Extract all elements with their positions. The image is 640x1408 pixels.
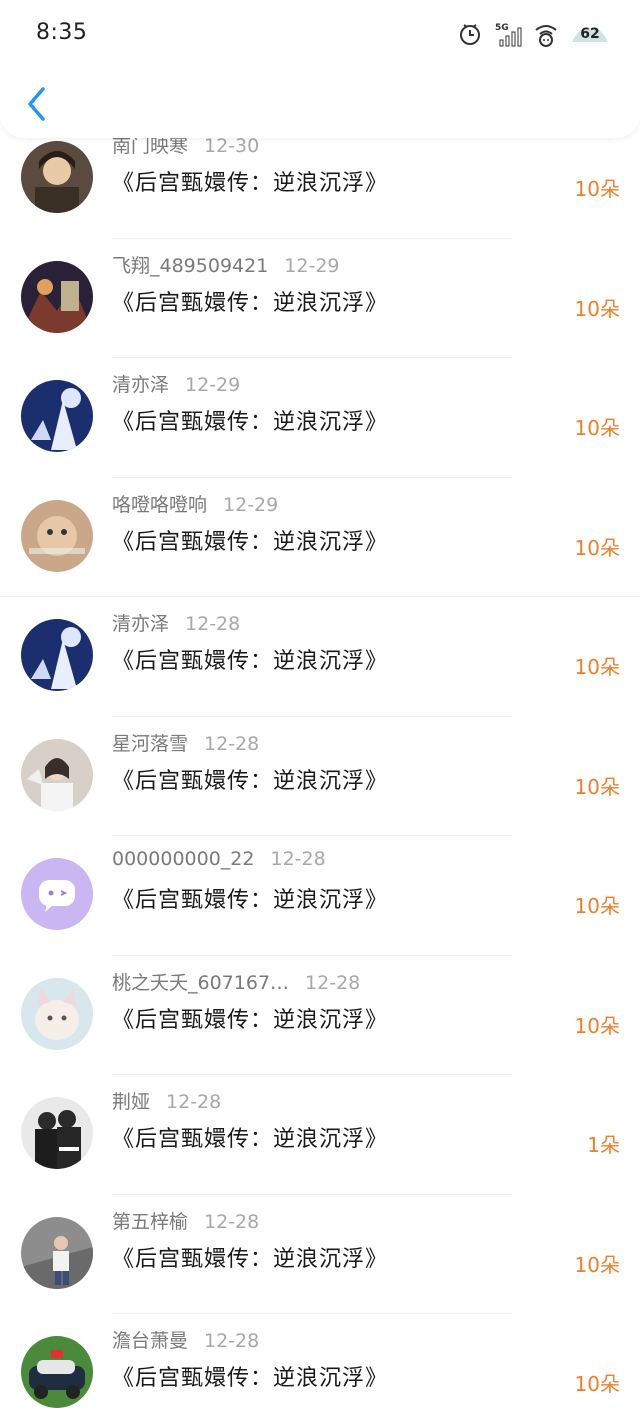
user-name[interactable]: 第五梓榆: [112, 1207, 188, 1234]
user-name[interactable]: 清亦泽: [112, 609, 169, 636]
avatar[interactable]: [21, 499, 93, 572]
user-name[interactable]: 清亦泽: [112, 370, 169, 397]
avatar[interactable]: [21, 1097, 93, 1169]
signal-5g-icon: 5G: [494, 20, 522, 48]
book-title[interactable]: 《后宫甄嬛传：逆浪沉浮》: [112, 1121, 388, 1153]
gift-date: 12-29: [185, 374, 241, 396]
flower-count: 10朵: [574, 177, 620, 201]
flower-count: 10朵: [574, 774, 620, 799]
flower-count: 1朵: [587, 1133, 620, 1157]
back-button[interactable]: [20, 84, 52, 124]
name-line: 星河落雪 12-28: [112, 729, 259, 756]
wifi-icon: [532, 20, 560, 48]
user-name[interactable]: 荆娅: [112, 1087, 150, 1114]
book-title[interactable]: 《后宫甄嬛传：逆浪沉浮》: [112, 404, 388, 436]
gift-date: 12-28: [204, 732, 260, 755]
flower-count: 10朵: [574, 296, 620, 321]
book-title[interactable]: 《后宫甄嬛传：逆浪沉浮》: [112, 882, 388, 914]
flower-count: 10朵: [574, 1252, 620, 1277]
flower-count: 10朵: [574, 1372, 620, 1396]
book-title[interactable]: 《后宫甄嬛传：逆浪沉浮》: [112, 285, 388, 317]
book-title[interactable]: 《后宫甄嬛传：逆浪沉浮》: [112, 643, 388, 675]
gift-records-screen: 8:35 5G 62 南门映寒 12-30 《后宫甄嬛传：逆浪沉浮》 10朵 飞翔_48…: [0, 0, 640, 1408]
battery-indicator: 62: [570, 22, 610, 46]
name-line: 第五梓榆 12-28: [112, 1207, 259, 1234]
book-title[interactable]: 《后宫甄嬛传：逆浪沉浮》: [112, 1002, 388, 1034]
battery-level: 62: [580, 26, 600, 42]
user-name[interactable]: 澹台萧曼: [112, 1326, 188, 1353]
gift-date: 12-28: [166, 1091, 222, 1113]
status-time: 8:35: [36, 20, 88, 45]
list-item[interactable]: 清亦泽 12-29 《后宫甄嬛传：逆浪沉浮》 10朵: [0, 358, 640, 478]
avatar[interactable]: [21, 1216, 93, 1289]
network-label: 5G: [495, 23, 509, 33]
gift-date: 12-28: [204, 1210, 260, 1233]
avatar[interactable]: [21, 858, 93, 930]
gift-date: 12-28: [185, 613, 241, 635]
user-name[interactable]: 000000000_22: [112, 848, 254, 870]
name-line: 桃之夭夭_607167… 12-28: [112, 968, 360, 995]
gift-date: 12-29: [284, 254, 340, 277]
avatar[interactable]: [21, 738, 93, 811]
top-bar: 8:35 5G 62: [0, 0, 640, 138]
list-item[interactable]: 澹台萧曼 12-28 《后宫甄嬛传：逆浪沉浮》 10朵: [0, 1314, 640, 1408]
list-item[interactable]: 星河落雪 12-28 《后宫甄嬛传：逆浪沉浮》 10朵: [0, 717, 640, 836]
name-line: 清亦泽 12-28: [112, 609, 240, 636]
user-name[interactable]: 桃之夭夭_607167…: [112, 968, 289, 995]
avatar[interactable]: [21, 1336, 93, 1408]
avatar[interactable]: [21, 260, 93, 333]
flower-count: 10朵: [574, 416, 620, 440]
user-name[interactable]: 南门映寒: [112, 138, 188, 158]
name-line: 清亦泽 12-29: [112, 370, 240, 397]
gift-date: 12-29: [223, 493, 279, 516]
list-item[interactable]: 飞翔_489509421 12-29 《后宫甄嬛传：逆浪沉浮》 10朵: [0, 239, 640, 358]
book-title[interactable]: 《后宫甄嬛传：逆浪沉浮》: [112, 763, 388, 795]
alarm-icon: [456, 20, 484, 48]
gift-date: 12-30: [204, 138, 260, 157]
list-item[interactable]: 荆娅 12-28 《后宫甄嬛传：逆浪沉浮》 1朵: [0, 1075, 640, 1195]
list-item[interactable]: 000000000_22 12-28 《后宫甄嬛传：逆浪沉浮》 10朵: [0, 836, 640, 956]
flower-count: 10朵: [574, 894, 620, 918]
name-line: 澹台萧曼 12-28: [112, 1326, 259, 1353]
list-item[interactable]: 咯噔咯噔响 12-29 《后宫甄嬛传：逆浪沉浮》 10朵: [0, 478, 640, 597]
name-line: 咯噔咯噔响 12-29: [112, 490, 278, 517]
flower-count: 10朵: [574, 655, 620, 679]
name-line: 000000000_22 12-28: [112, 848, 326, 870]
flower-count: 10朵: [574, 1013, 620, 1038]
status-icons: 5G 62: [456, 18, 610, 50]
name-line: 荆娅 12-28: [112, 1087, 221, 1114]
chevron-left-icon: [28, 87, 45, 121]
book-title[interactable]: 《后宫甄嬛传：逆浪沉浮》: [112, 524, 388, 556]
user-name[interactable]: 咯噔咯噔响: [112, 490, 207, 517]
book-title[interactable]: 《后宫甄嬛传：逆浪沉浮》: [112, 1360, 388, 1392]
avatar[interactable]: [21, 380, 93, 452]
gift-list[interactable]: 南门映寒 12-30 《后宫甄嬛传：逆浪沉浮》 10朵 飞翔_489509421 12-2…: [0, 138, 640, 1408]
flower-count: 10朵: [574, 535, 620, 560]
gift-date: 12-28: [305, 971, 361, 994]
avatar[interactable]: [21, 141, 93, 213]
book-title[interactable]: 《后宫甄嬛传：逆浪沉浮》: [112, 165, 388, 197]
name-line: 飞翔_489509421 12-29: [112, 251, 340, 278]
user-name[interactable]: 星河落雪: [112, 729, 188, 756]
avatar[interactable]: [21, 619, 93, 691]
gift-date: 12-28: [204, 1330, 260, 1352]
list-item[interactable]: 南门映寒 12-30 《后宫甄嬛传：逆浪沉浮》 10朵: [0, 138, 640, 239]
list-item[interactable]: 清亦泽 12-28 《后宫甄嬛传：逆浪沉浮》 10朵: [0, 597, 640, 717]
gift-date: 12-28: [270, 848, 326, 870]
list-item[interactable]: 第五梓榆 12-28 《后宫甄嬛传：逆浪沉浮》 10朵: [0, 1195, 640, 1314]
name-line: 南门映寒 12-30: [112, 138, 259, 158]
book-title[interactable]: 《后宫甄嬛传：逆浪沉浮》: [112, 1241, 388, 1273]
avatar[interactable]: [21, 977, 93, 1050]
list-item[interactable]: 桃之夭夭_607167… 12-28 《后宫甄嬛传：逆浪沉浮》 10朵: [0, 956, 640, 1075]
user-name[interactable]: 飞翔_489509421: [112, 251, 268, 278]
